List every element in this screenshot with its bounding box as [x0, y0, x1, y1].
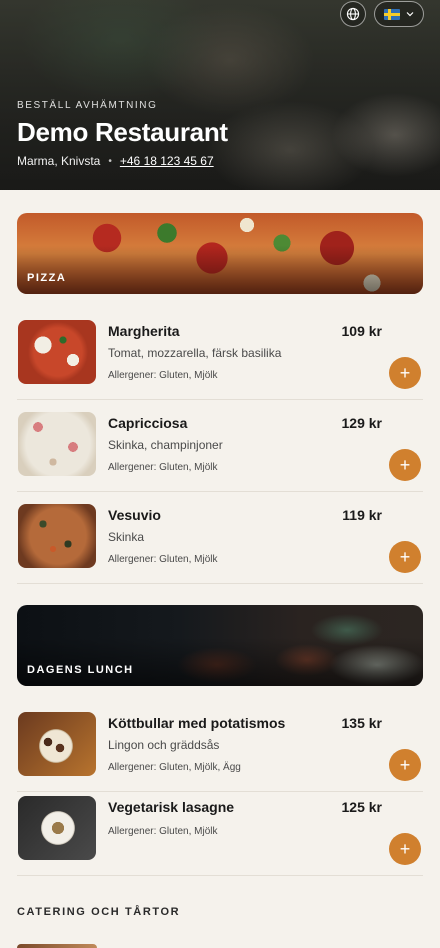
item-allergens: Allergener: Gluten, Mjölk: [108, 826, 218, 837]
phone-link[interactable]: +46 18 123 45 67: [120, 154, 214, 168]
item-allergens: Allergener: Gluten, Mjölk, Ägg: [108, 762, 241, 773]
item-image: [18, 796, 96, 860]
add-to-cart-button[interactable]: +: [389, 749, 421, 781]
item-price: 119 kr: [342, 507, 382, 523]
chevron-down-icon: [406, 9, 414, 19]
item-image-peek: [17, 944, 97, 948]
item-description: Lingon och gräddsås: [108, 738, 220, 752]
plus-icon: +: [399, 547, 411, 567]
restaurant-contact: Marma, Knivsta • +46 18 123 45 67: [17, 154, 228, 168]
item-name: Köttbullar med potatismos: [108, 715, 286, 731]
item-name: Margherita: [108, 323, 180, 339]
item-name: Capricciosa: [108, 415, 188, 431]
item-description: Skinka, champinjoner: [108, 438, 223, 452]
plus-icon: +: [399, 455, 411, 475]
item-image: [18, 412, 96, 476]
menu-item[interactable]: Vegetarisk lasagne 125 kr Allergener: Gl…: [17, 784, 423, 876]
item-image: [18, 712, 96, 776]
item-name: Vesuvio: [108, 507, 161, 523]
plus-icon: +: [399, 363, 411, 383]
restaurant-name: Demo Restaurant: [17, 117, 228, 147]
plus-icon: +: [399, 839, 411, 859]
item-price: 135 kr: [341, 715, 382, 731]
order-type-label: BESTÄLL AVHÄMTNING: [17, 100, 158, 111]
item-description: Tomat, mozzarella, färsk basilika: [108, 346, 282, 360]
menu-item[interactable]: Vesuvio 119 kr Skinka Allergener: Gluten…: [17, 492, 423, 584]
category-label: DAGENS LUNCH: [27, 664, 134, 676]
item-description: Skinka: [108, 530, 145, 544]
language-selector[interactable]: [374, 1, 424, 27]
item-allergens: Allergener: Gluten, Mjölk: [108, 554, 218, 565]
header-controls: [340, 1, 424, 27]
restaurant-location: Marma, Knivsta: [17, 154, 101, 168]
plus-icon: +: [399, 755, 411, 775]
add-to-cart-button[interactable]: +: [389, 357, 421, 389]
add-to-cart-button[interactable]: +: [389, 833, 421, 865]
item-name: Vegetarisk lasagne: [108, 799, 235, 815]
section-heading-catering: CATERING OCH TÅRTOR: [17, 906, 181, 918]
menu-item[interactable]: Capricciosa 129 kr Skinka, champinjoner …: [17, 400, 423, 492]
item-price: 125 kr: [341, 799, 382, 815]
globe-icon[interactable]: [340, 1, 366, 27]
add-to-cart-button[interactable]: +: [389, 541, 421, 573]
item-price: 109 kr: [341, 323, 382, 339]
swedish-flag-icon: [384, 8, 400, 20]
menu-item[interactable]: Margherita 109 kr Tomat, mozzarella, fär…: [17, 308, 423, 400]
item-allergens: Allergener: Gluten, Mjölk: [108, 370, 218, 381]
add-to-cart-button[interactable]: +: [389, 449, 421, 481]
category-label: PIZZA: [27, 272, 67, 284]
hero-banner: BESTÄLL AVHÄMTNING Demo Restaurant Marma…: [0, 0, 440, 190]
item-allergens: Allergener: Gluten, Mjölk: [108, 462, 218, 473]
restaurant-info: BESTÄLL AVHÄMTNING Demo Restaurant Marma…: [17, 100, 228, 168]
category-banner-pizza: PIZZA: [17, 213, 423, 294]
menu-item[interactable]: Köttbullar med potatismos 135 kr Lingon …: [17, 700, 423, 792]
item-image: [18, 320, 96, 384]
item-image: [18, 504, 96, 568]
category-banner-lunch: DAGENS LUNCH: [17, 605, 423, 686]
item-price: 129 kr: [341, 415, 382, 431]
separator-dot: •: [108, 155, 112, 167]
